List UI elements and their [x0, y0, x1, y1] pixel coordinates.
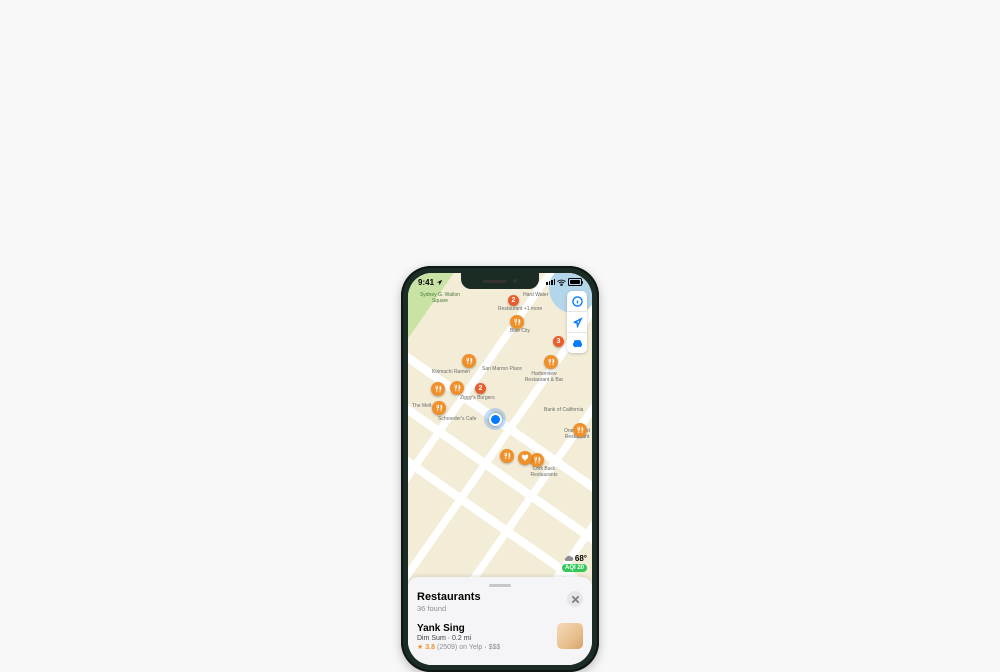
close-icon: [572, 596, 579, 603]
restaurant-pin[interactable]: [432, 401, 446, 415]
cluster-pin[interactable]: 3: [553, 336, 564, 347]
iphone-frame: 9:41 Sydney G. Walton Square Hard Water …: [401, 266, 599, 672]
cluster-pin[interactable]: 2: [508, 295, 519, 306]
signal-icon: [546, 279, 555, 285]
battery-icon: [568, 278, 582, 286]
temperature: 68°: [575, 554, 587, 563]
map-label-restaurant-more: Restaurant +1 more: [498, 307, 542, 313]
map-label-cork-back: Cork Back Restaurants: [520, 467, 568, 478]
result-row[interactable]: Yank Sing Dim Sum · 0.2 mi ★ 3.8 (2509) …: [417, 623, 583, 651]
map-label-hard-water: Hard Water: [523, 293, 548, 299]
screen: 9:41 Sydney G. Walton Square Hard Water …: [408, 273, 592, 665]
result-name: Yank Sing: [417, 623, 500, 634]
restaurant-pin[interactable]: [431, 382, 445, 396]
restaurant-pin[interactable]: [573, 423, 587, 437]
results-sheet[interactable]: Restaurants 36 found Yank Sing Dim Sum ·…: [408, 577, 592, 665]
restaurant-pin[interactable]: [450, 381, 464, 395]
sheet-grabber[interactable]: [489, 584, 511, 587]
sheet-title: Restaurants: [417, 591, 481, 603]
cloud-icon: [564, 555, 574, 562]
restaurant-pin[interactable]: [544, 355, 558, 369]
wifi-icon: [557, 279, 566, 286]
map-label-bank-ca: Bank of California: [544, 408, 583, 414]
info-button[interactable]: [567, 291, 587, 312]
map-label-san-marron: San Marron Place: [482, 367, 522, 373]
notch: [461, 273, 539, 289]
result-rating: ★ 3.8 (2509) on Yelp · $$$: [417, 643, 500, 651]
user-location: [484, 408, 506, 430]
restaurant-pin[interactable]: [510, 315, 524, 329]
result-thumbnail: [557, 623, 583, 649]
restaurant-pin[interactable]: [500, 449, 514, 463]
map-label-melt: The Melt: [412, 404, 431, 410]
close-button[interactable]: [567, 591, 583, 607]
star-icon: ★: [417, 643, 423, 651]
binoculars-button[interactable]: [567, 333, 587, 353]
map-label-harbor: Harborview Restaurant & Bar: [520, 372, 568, 383]
map-label-blue-city: Blue City: [510, 329, 530, 335]
sheet-subtitle: 36 found: [417, 604, 481, 613]
map-label-schroeders: Schroeder's Cafe: [438, 417, 476, 423]
aqi-badge: AQI 20: [562, 564, 587, 572]
result-meta: Dim Sum · 0.2 mi: [417, 635, 500, 642]
map-label-ziggys: Ziggy's Burgers: [460, 396, 495, 402]
favorite-pin[interactable]: [518, 451, 532, 465]
locate-button[interactable]: [567, 312, 587, 333]
weather-widget[interactable]: 68° AQI 20: [562, 554, 587, 572]
status-time: 9:41: [418, 278, 434, 287]
map-park-label: Sydney G. Walton Square: [416, 293, 464, 304]
restaurant-pin[interactable]: [530, 453, 544, 467]
map-label-kirimachi: Kirimachi Ramen: [432, 370, 470, 376]
cluster-pin[interactable]: 2: [475, 383, 486, 394]
map-controls: [567, 291, 587, 353]
restaurant-pin[interactable]: [462, 354, 476, 368]
location-arrow-icon: [436, 279, 443, 286]
